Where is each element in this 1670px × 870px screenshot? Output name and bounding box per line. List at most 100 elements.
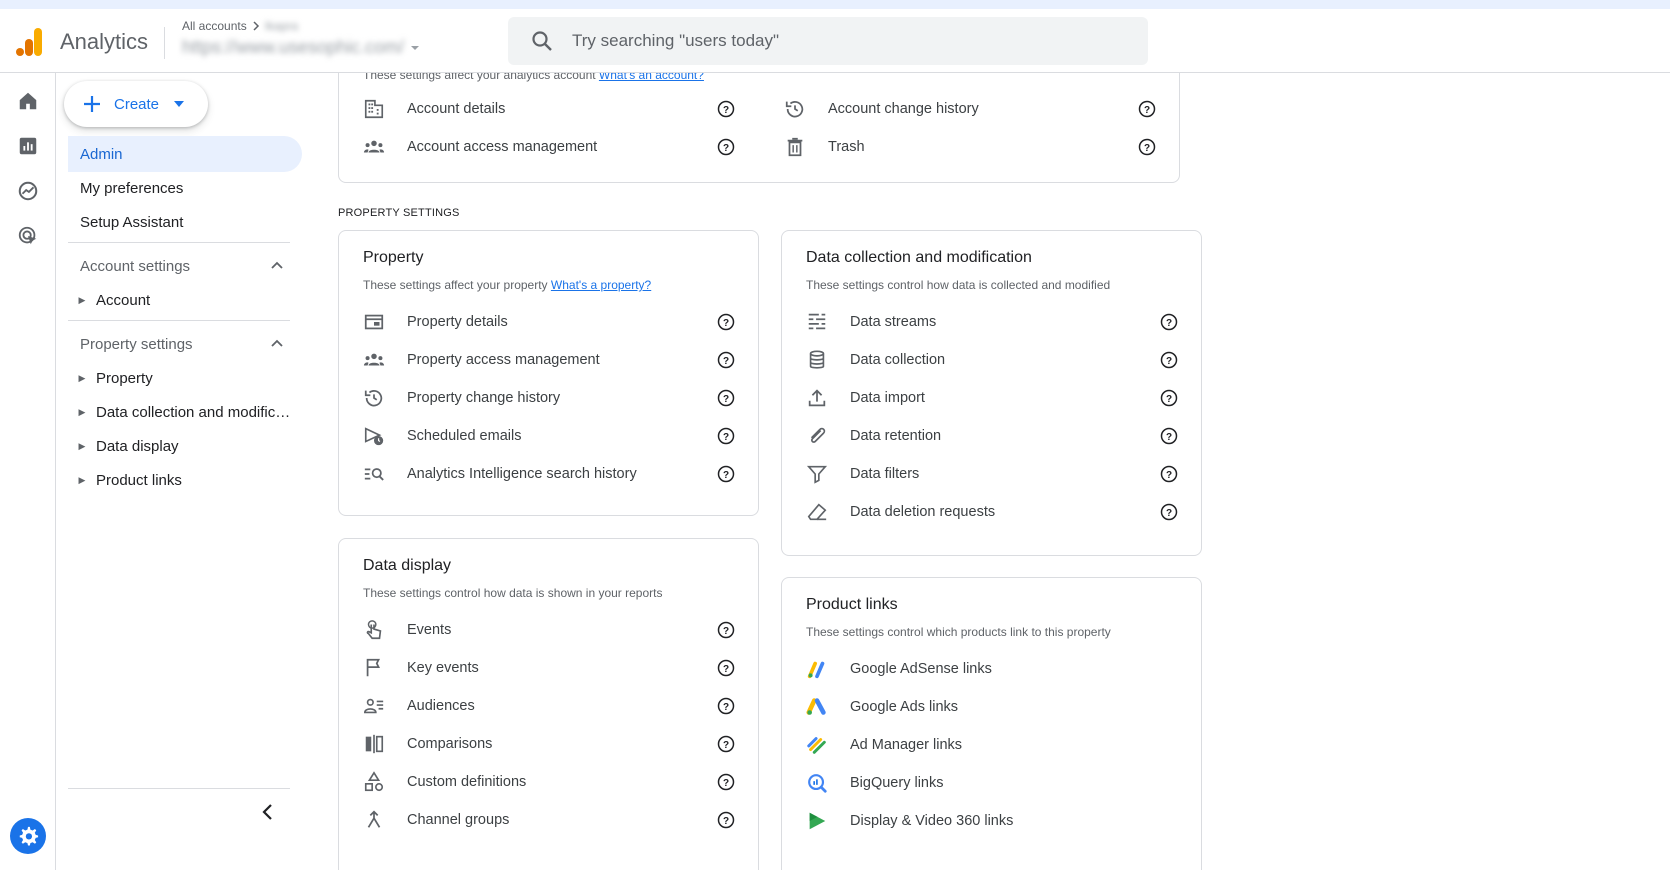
key-events-label: Key events xyxy=(407,660,479,676)
breadcrumb-account[interactable]: Ikapra xyxy=(265,19,298,33)
comparisons-row[interactable]: Comparisons ? xyxy=(361,725,741,763)
nav-item-my-preferences-label: My preferences xyxy=(80,179,184,197)
property-card: Property These settings affect your prop… xyxy=(338,230,759,516)
ad-manager-links-label: Ad Manager links xyxy=(850,737,963,753)
nav-sub-product-links[interactable]: ▶ Product links xyxy=(68,462,302,498)
reports-icon[interactable] xyxy=(14,132,42,160)
create-button[interactable]: Create xyxy=(64,81,208,127)
account-change-history-row[interactable]: Account change history ? xyxy=(782,90,1162,128)
help-icon[interactable]: ? xyxy=(1160,389,1178,407)
data-collection-label: Data collection xyxy=(850,352,946,368)
help-icon[interactable]: ? xyxy=(717,697,735,715)
explore-icon[interactable] xyxy=(14,177,42,205)
property-details-row[interactable]: Property details ? xyxy=(361,303,741,341)
property-access-management-row[interactable]: Property access management ? xyxy=(361,341,741,379)
svg-text:?: ? xyxy=(723,143,729,154)
property-change-history-label: Property change history xyxy=(407,390,561,406)
custom-definitions-row[interactable]: Custom definitions ? xyxy=(361,763,741,801)
google-adsense-links-row[interactable]: Google AdSense links xyxy=(804,650,1184,688)
help-icon[interactable]: ? xyxy=(717,389,735,407)
help-icon[interactable]: ? xyxy=(1160,313,1178,331)
collapse-nav-chevron-left-icon[interactable] xyxy=(256,800,280,824)
home-icon[interactable] xyxy=(14,87,42,115)
bigquery-links-row[interactable]: BigQuery links xyxy=(804,764,1184,802)
help-icon[interactable]: ? xyxy=(1160,503,1178,521)
advertising-icon[interactable] xyxy=(14,222,42,250)
help-icon[interactable]: ? xyxy=(717,465,735,483)
expand-triangle-icon: ▶ xyxy=(78,474,86,485)
help-icon[interactable]: ? xyxy=(717,100,735,118)
app-title[interactable]: Analytics xyxy=(60,29,148,55)
help-icon[interactable]: ? xyxy=(717,811,735,829)
trash-row[interactable]: Trash ? xyxy=(782,128,1162,166)
help-icon[interactable]: ? xyxy=(1160,351,1178,369)
trash-label: Trash xyxy=(828,139,865,155)
admin-gear-icon[interactable] xyxy=(10,818,46,854)
property-card-desc-text: These settings affect your property xyxy=(363,278,548,292)
bigquery-links-label: BigQuery links xyxy=(850,775,944,791)
nav-item-admin[interactable]: Admin xyxy=(68,136,302,172)
nav-group-account-settings[interactable]: Account settings xyxy=(68,248,290,284)
help-icon[interactable]: ? xyxy=(1138,100,1156,118)
building-icon xyxy=(361,96,387,122)
account-card-description: These settings affect your analytics acc… xyxy=(363,73,704,82)
nav-sub-account-label: Account xyxy=(96,291,151,309)
data-display-card-title: Data display xyxy=(363,557,452,574)
account-access-management-row[interactable]: Account access management ? xyxy=(361,128,741,166)
eraser-icon xyxy=(804,499,830,525)
search-bar[interactable]: Try searching "users today" xyxy=(508,17,1148,65)
google-ads-links-row[interactable]: Google Ads links xyxy=(804,688,1184,726)
data-import-row[interactable]: Data import ? xyxy=(804,379,1184,417)
breadcrumb-all-accounts[interactable]: All accounts xyxy=(182,19,247,33)
data-collection-row[interactable]: Data collection ? xyxy=(804,341,1184,379)
help-icon[interactable]: ? xyxy=(717,773,735,791)
product-links-card-title: Product links xyxy=(806,596,898,613)
help-icon[interactable]: ? xyxy=(717,735,735,753)
help-icon[interactable]: ? xyxy=(717,351,735,369)
ad-manager-links-row[interactable]: Ad Manager links xyxy=(804,726,1184,764)
nav-group-property-settings[interactable]: Property settings xyxy=(68,326,290,362)
help-icon[interactable]: ? xyxy=(717,313,735,331)
search-placeholder: Try searching "users today" xyxy=(572,31,780,50)
help-icon[interactable]: ? xyxy=(1138,138,1156,156)
help-icon[interactable]: ? xyxy=(717,659,735,677)
nav-sub-data-collection[interactable]: ▶ Data collection and modifica... xyxy=(68,394,302,430)
bigquery-icon xyxy=(804,770,830,796)
property-change-history-row[interactable]: Property change history ? xyxy=(361,379,741,417)
help-icon[interactable]: ? xyxy=(1160,465,1178,483)
nav-sub-account[interactable]: ▶ Account xyxy=(68,282,302,318)
key-events-row[interactable]: Key events ? xyxy=(361,649,741,687)
account-details-row[interactable]: Account details ? xyxy=(361,90,741,128)
data-streams-label: Data streams xyxy=(850,314,937,330)
account-picker[interactable]: https://www.usesophic.com/ xyxy=(182,37,420,58)
whats-a-property-link[interactable]: What's a property? xyxy=(551,278,651,292)
breadcrumb[interactable]: All accounts Ikapra xyxy=(182,19,298,33)
audiences-row[interactable]: Audiences ? xyxy=(361,687,741,725)
whats-an-account-link[interactable]: What's an account? xyxy=(599,73,704,82)
help-icon[interactable]: ? xyxy=(717,427,735,445)
data-streams-row[interactable]: Data streams ? xyxy=(804,303,1184,341)
help-icon[interactable]: ? xyxy=(1160,427,1178,445)
expand-triangle-icon: ▶ xyxy=(78,440,86,451)
events-row[interactable]: Events ? xyxy=(361,611,741,649)
display-video-360-links-row[interactable]: Display & Video 360 links xyxy=(804,802,1184,840)
analytics-intelligence-search-history-row[interactable]: Analytics Intelligence search history ? xyxy=(361,455,741,493)
analytics-logo-icon[interactable] xyxy=(15,27,43,57)
help-icon[interactable]: ? xyxy=(717,621,735,639)
events-label: Events xyxy=(407,622,452,638)
channel-groups-row[interactable]: Channel groups ? xyxy=(361,801,741,839)
data-deletion-requests-row[interactable]: Data deletion requests ? xyxy=(804,493,1184,531)
data-collection-card: Data collection and modification These s… xyxy=(781,230,1202,556)
property-access-management-label: Property access management xyxy=(407,352,600,368)
help-icon[interactable]: ? xyxy=(717,138,735,156)
data-retention-row[interactable]: Data retention ? xyxy=(804,417,1184,455)
nav-sub-property[interactable]: ▶ Property xyxy=(68,360,302,396)
nav-item-setup-assistant[interactable]: Setup Assistant xyxy=(68,204,302,240)
scheduled-emails-row[interactable]: Scheduled emails ? xyxy=(361,417,741,455)
account-settings-card: These settings affect your analytics acc… xyxy=(338,73,1180,183)
caret-down-icon xyxy=(174,101,185,107)
audience-icon xyxy=(361,693,387,719)
data-filters-row[interactable]: Data filters ? xyxy=(804,455,1184,493)
nav-sub-data-display[interactable]: ▶ Data display xyxy=(68,428,302,464)
nav-item-my-preferences[interactable]: My preferences xyxy=(68,170,302,206)
